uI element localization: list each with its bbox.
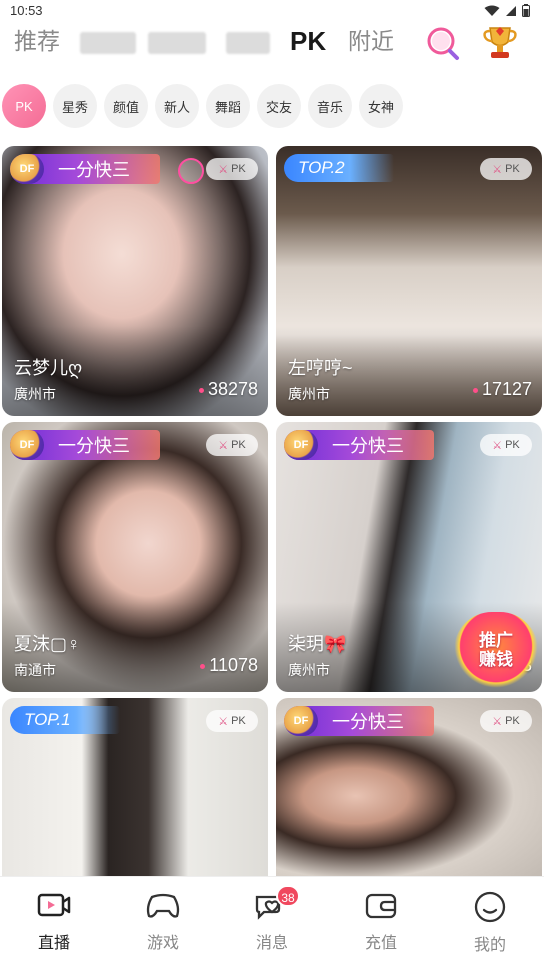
chip-jiaoyou[interactable]: 交友 xyxy=(257,84,301,128)
live-card[interactable]: TOP.2 ⚔ PK 左哼哼~ 廣州市 17127 xyxy=(276,146,542,416)
status-time: 10:53 xyxy=(10,3,43,18)
status-bar: 10:53 xyxy=(0,0,544,24)
live-card[interactable]: DF 一分快三 ⚔ PK xyxy=(276,698,542,876)
pk-sword-icon: ⚔ xyxy=(218,163,229,176)
category-chips: PK 星秀 颜值 新人 舞蹈 交友 音乐 女神 xyxy=(0,84,544,128)
viewer-count: 11078 xyxy=(200,655,258,676)
top-tab-bar: 推荐 PK 附近 xyxy=(0,24,544,70)
bottom-nav: 直播 游戏 38 消息 充值 我的 xyxy=(0,876,544,970)
streamer-name: 柒玥🎀 xyxy=(288,634,347,654)
rank-tag: TOP.1 xyxy=(10,706,120,734)
wifi-icon xyxy=(484,5,500,16)
pk-badge: ⚔ PK xyxy=(480,710,532,732)
viewer-count: 38278 xyxy=(199,379,258,400)
pk-sword-icon: ⚔ xyxy=(218,715,229,728)
streamer-city: 南通市 xyxy=(14,662,56,678)
pk-badge: ⚔ PK xyxy=(206,710,258,732)
df-logo-icon: DF xyxy=(10,154,44,184)
status-icons xyxy=(484,4,530,17)
viewer-count: 17127 xyxy=(473,379,532,400)
chip-pk[interactable]: PK xyxy=(2,84,46,128)
streamer-name: 云梦儿ღ xyxy=(14,358,83,378)
streamer-name: 夏沫▢♀ xyxy=(14,634,81,654)
chip-yanzhi[interactable]: 颜值 xyxy=(104,84,148,128)
streamer-city: 廣州市 xyxy=(288,386,330,402)
nav-message[interactable]: 38 消息 xyxy=(232,885,312,957)
pk-ring-icon xyxy=(178,158,204,184)
chip-nvshen[interactable]: 女神 xyxy=(359,84,403,128)
gamepad-icon xyxy=(146,893,180,918)
pk-sword-icon: ⚔ xyxy=(492,439,503,452)
tab-recommend[interactable]: 推荐 xyxy=(14,24,60,58)
battery-icon xyxy=(522,4,530,17)
tab-blurred-2[interactable] xyxy=(148,24,206,58)
chip-xinren[interactable]: 新人 xyxy=(155,84,199,128)
chip-wudao[interactable]: 舞蹈 xyxy=(206,84,250,128)
chip-xingxiu[interactable]: 星秀 xyxy=(53,84,97,128)
search-button[interactable] xyxy=(424,24,462,62)
signal-icon xyxy=(506,5,516,16)
pk-badge: ⚔ PK xyxy=(206,434,258,456)
unread-badge: 38 xyxy=(276,885,300,907)
game-banner: DF 一分快三 xyxy=(284,706,434,736)
ranking-button[interactable] xyxy=(480,22,520,62)
df-logo-icon: DF xyxy=(284,430,318,460)
df-logo-icon: DF xyxy=(10,430,44,460)
game-banner: DF 一分快三 xyxy=(10,154,160,184)
pk-sword-icon: ⚔ xyxy=(492,715,503,728)
nav-profile[interactable]: 我的 xyxy=(450,891,530,957)
game-banner: DF 一分快三 xyxy=(284,430,434,460)
tab-nearby[interactable]: 附近 xyxy=(348,24,394,58)
wallet-icon xyxy=(365,893,397,919)
rank-tag: TOP.2 xyxy=(284,154,394,182)
streamer-city: 廣州市 xyxy=(288,662,330,678)
pk-badge: ⚔ PK xyxy=(206,158,258,180)
chip-yinyue[interactable]: 音乐 xyxy=(308,84,352,128)
nav-live[interactable]: 直播 xyxy=(14,891,94,957)
live-card[interactable]: DF 一分快三 ⚔ PK 夏沫▢♀ 南通市 11078 xyxy=(2,422,268,692)
live-card[interactable]: TOP.1 ⚔ PK xyxy=(2,698,268,876)
df-logo-icon: DF xyxy=(284,706,318,736)
pk-badge: ⚔ PK xyxy=(480,158,532,180)
nav-recharge[interactable]: 充值 xyxy=(341,891,421,957)
nav-game[interactable]: 游戏 xyxy=(123,891,203,957)
trophy-icon xyxy=(483,27,517,58)
promo-earn-button[interactable]: 推广 赚钱 xyxy=(454,612,538,688)
pk-sword-icon: ⚔ xyxy=(492,163,503,176)
streamer-city: 廣州市 xyxy=(14,386,56,402)
profile-icon xyxy=(474,891,506,923)
game-banner: DF 一分快三 xyxy=(10,430,160,460)
tab-blurred-3[interactable] xyxy=(226,24,270,58)
live-card[interactable]: DF 一分快三 ⚔ PK 云梦儿ღ 廣州市 38278 xyxy=(2,146,268,416)
tab-blurred-1[interactable] xyxy=(80,24,136,58)
tab-pk[interactable]: PK xyxy=(290,24,326,58)
pk-sword-icon: ⚔ xyxy=(218,439,229,452)
pk-badge: ⚔ PK xyxy=(480,434,532,456)
live-icon xyxy=(37,893,71,917)
streamer-name: 左哼哼~ xyxy=(288,358,353,378)
search-icon xyxy=(427,27,459,60)
